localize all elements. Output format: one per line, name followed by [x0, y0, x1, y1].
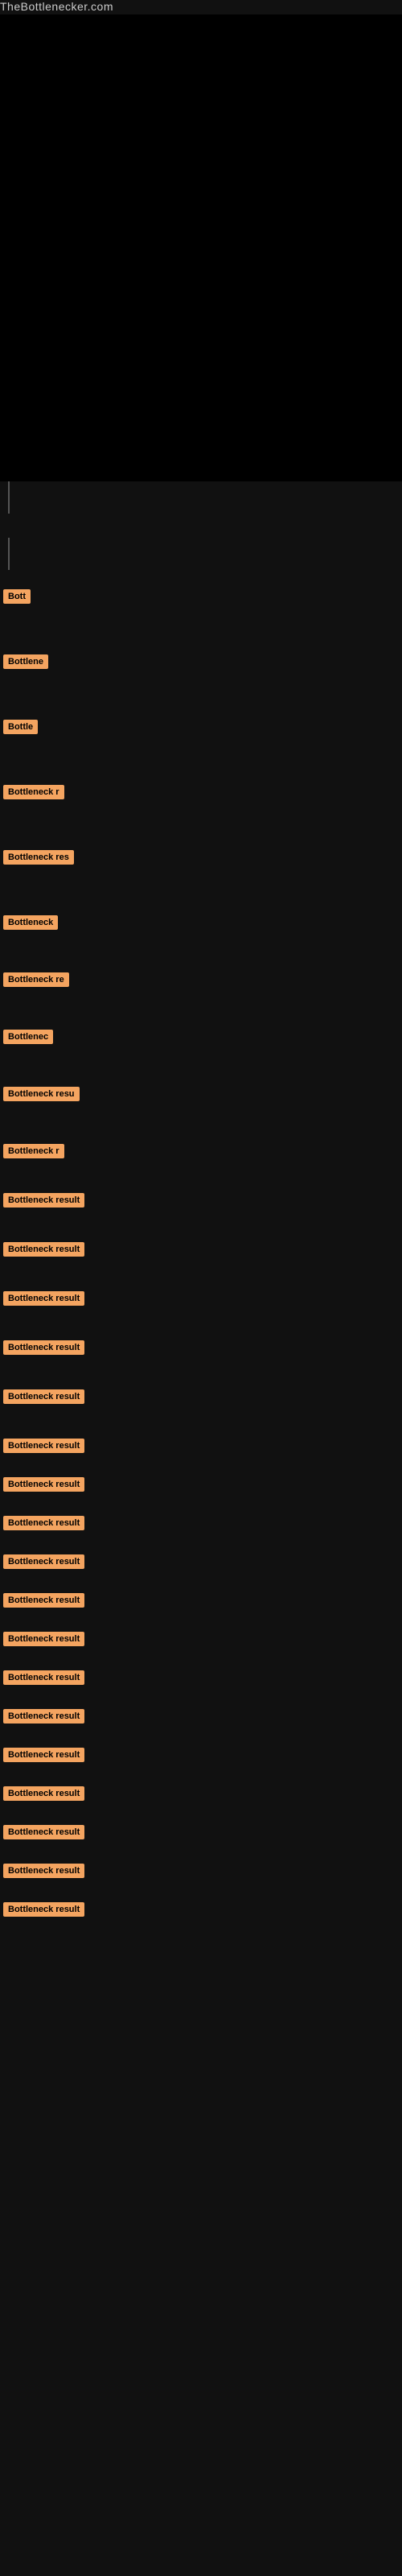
- divider-line-1: [8, 481, 10, 514]
- result-item: Bottlenec: [0, 1026, 402, 1047]
- result-badge[interactable]: Bottleneck result: [3, 1242, 84, 1257]
- result-badge[interactable]: Bottleneck result: [3, 1786, 84, 1801]
- result-badge[interactable]: Bottleneck r: [3, 1144, 64, 1158]
- result-item: Bottleneck result: [0, 1288, 402, 1309]
- result-item: Bottleneck result: [0, 1435, 402, 1456]
- result-badge[interactable]: Bottleneck resu: [3, 1087, 80, 1101]
- result-item: Bottle: [0, 716, 402, 737]
- result-badge[interactable]: Bottlene: [3, 654, 48, 669]
- result-badge[interactable]: Bottleneck re: [3, 972, 69, 987]
- result-item: Bottleneck result: [0, 1667, 402, 1688]
- result-item: Bottleneck result: [0, 1551, 402, 1572]
- result-badge[interactable]: Bottleneck result: [3, 1291, 84, 1306]
- result-badge[interactable]: Bottleneck result: [3, 1670, 84, 1685]
- result-badge[interactable]: Bottleneck result: [3, 1389, 84, 1404]
- result-item: Bottleneck r: [0, 1141, 402, 1162]
- result-item: Bottleneck result: [0, 1899, 402, 1920]
- result-item: Bottleneck result: [0, 1474, 402, 1495]
- result-badge[interactable]: Bottleneck result: [3, 1825, 84, 1839]
- result-badge[interactable]: Bottleneck result: [3, 1709, 84, 1724]
- result-item: Bottlene: [0, 651, 402, 672]
- result-item: Bottleneck res: [0, 847, 402, 868]
- result-item: Bottleneck result: [0, 1190, 402, 1211]
- chart-area: [0, 14, 402, 481]
- result-item: Bottleneck result: [0, 1706, 402, 1727]
- result-badge[interactable]: Bottle: [3, 720, 38, 734]
- result-badge[interactable]: Bottleneck result: [3, 1632, 84, 1646]
- site-title: TheBottlenecker.com: [0, 0, 402, 14]
- result-badge[interactable]: Bottleneck result: [3, 1748, 84, 1762]
- result-item: Bott: [0, 586, 402, 607]
- result-item: Bottleneck result: [0, 1860, 402, 1881]
- result-item: Bottleneck result: [0, 1629, 402, 1649]
- result-badge[interactable]: Bott: [3, 589, 31, 604]
- result-item: Bottleneck resu: [0, 1084, 402, 1104]
- result-badge[interactable]: Bottleneck result: [3, 1340, 84, 1355]
- result-item: Bottleneck result: [0, 1337, 402, 1358]
- result-item: Bottleneck result: [0, 1239, 402, 1260]
- result-badge[interactable]: Bottleneck result: [3, 1516, 84, 1530]
- result-item: Bottleneck result: [0, 1744, 402, 1765]
- result-item: Bottleneck result: [0, 1590, 402, 1611]
- result-badge[interactable]: Bottleneck result: [3, 1477, 84, 1492]
- result-badge[interactable]: Bottleneck result: [3, 1902, 84, 1917]
- result-item: Bottleneck r: [0, 782, 402, 803]
- result-item: Bottleneck result: [0, 1783, 402, 1804]
- result-badge[interactable]: Bottleneck res: [3, 850, 74, 865]
- result-item: Bottleneck: [0, 912, 402, 933]
- result-badge[interactable]: Bottleneck result: [3, 1593, 84, 1608]
- result-badge[interactable]: Bottleneck result: [3, 1193, 84, 1208]
- result-badge[interactable]: Bottleneck result: [3, 1864, 84, 1878]
- result-item: Bottleneck result: [0, 1513, 402, 1534]
- result-badge[interactable]: Bottlenec: [3, 1030, 53, 1044]
- result-badge[interactable]: Bottleneck result: [3, 1439, 84, 1453]
- divider-line-2: [8, 538, 10, 570]
- results-list: Bott Bottlene Bottle Bottleneck r Bottleneck…: [0, 578, 402, 1938]
- result-badge[interactable]: Bottleneck result: [3, 1554, 84, 1569]
- result-item: Bottleneck re: [0, 969, 402, 990]
- result-badge[interactable]: Bottleneck: [3, 915, 58, 930]
- result-badge[interactable]: Bottleneck r: [3, 785, 64, 799]
- result-item: Bottleneck result: [0, 1386, 402, 1407]
- result-item: Bottleneck result: [0, 1822, 402, 1843]
